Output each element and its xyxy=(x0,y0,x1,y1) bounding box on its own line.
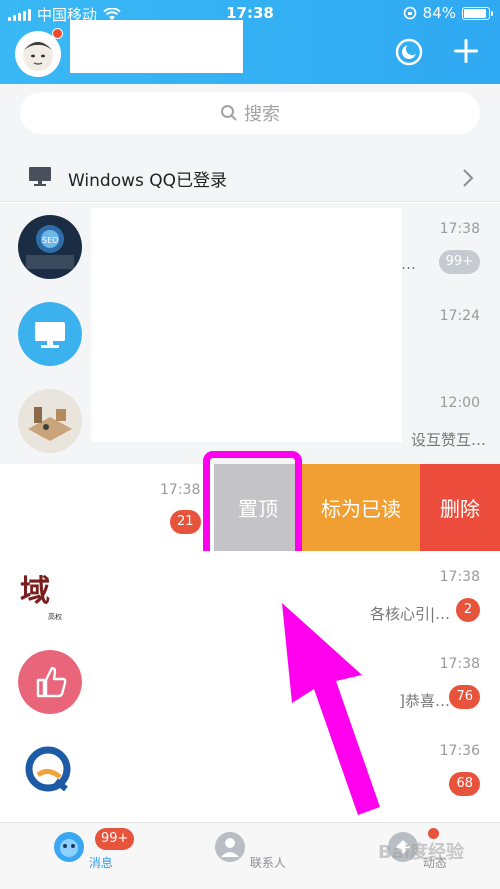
chat-row[interactable]: 17:38 ]恭喜… 76 xyxy=(0,638,500,725)
messages-tab-icon xyxy=(54,832,85,862)
chat-avatar xyxy=(18,302,82,366)
chat-avatar: 域 高权 xyxy=(18,563,82,627)
redacted-content xyxy=(91,208,402,442)
chat-row[interactable]: 域 高权 17:38 各核心引|… 2 xyxy=(0,551,500,638)
q-logo-icon xyxy=(18,737,82,801)
chat-row[interactable]: 17:36 68 xyxy=(0,725,500,812)
plus-icon[interactable] xyxy=(452,37,480,65)
nickname-redacted xyxy=(70,20,243,73)
chat-preview: 设互赞互… xyxy=(410,431,486,449)
chat-time: 12:00 xyxy=(439,395,480,411)
watermark: Bai度经验 xyxy=(378,842,465,863)
battery-fill xyxy=(464,8,486,18)
unread-badge: 2 xyxy=(456,598,480,622)
chat-avatar: SEO xyxy=(18,215,82,279)
tab-contacts[interactable]: 联系人 xyxy=(210,831,290,871)
search-icon xyxy=(221,105,237,121)
chat-time: 17:24 xyxy=(439,308,480,324)
mark-as-read-button[interactable]: 标为已读 xyxy=(302,464,420,551)
chat-time: 17:38 xyxy=(439,656,480,672)
search-placeholder: 搜索 xyxy=(244,104,280,125)
thumbs-up-icon xyxy=(18,650,82,714)
delete-button[interactable]: 删除 xyxy=(420,464,500,551)
tab-contacts-label: 联系人 xyxy=(249,856,286,870)
brand-logo-icon: 域 高权 xyxy=(18,563,82,627)
qzone-icon[interactable] xyxy=(395,38,423,66)
my-avatar[interactable] xyxy=(14,28,64,80)
computer-icon xyxy=(29,167,51,186)
windows-login-notice[interactable]: Windows QQ已登录 xyxy=(0,154,500,202)
svg-text:SEO: SEO xyxy=(42,236,58,245)
unread-badge: 99+ xyxy=(438,250,480,274)
office-avatar-icon xyxy=(18,389,82,453)
unread-badge: 68 xyxy=(449,772,480,796)
avatar-notify-dot xyxy=(52,28,63,39)
chat-avatar xyxy=(18,389,82,453)
search-input[interactable]: 搜索 xyxy=(20,92,480,134)
annotation-arrow xyxy=(282,603,380,815)
seo-avatar-icon: SEO xyxy=(18,215,82,279)
login-notice-label: Windows QQ已登录 xyxy=(68,171,228,191)
chat-avatar xyxy=(18,737,82,801)
tab-unread-badge: 99+ xyxy=(95,828,135,850)
chat-preview: ]恭喜… xyxy=(399,692,450,710)
chat-time: 17:38 xyxy=(439,569,480,585)
battery-icon xyxy=(462,6,493,20)
battery-percent: 84% xyxy=(422,4,456,22)
highlight-box xyxy=(203,451,302,565)
tab-messages-label: 消息 xyxy=(88,856,113,870)
brand-logo-text: 域 xyxy=(20,574,50,609)
unread-badge: 21 xyxy=(170,510,201,534)
unread-badge: 76 xyxy=(449,685,480,709)
search-area: 搜索 xyxy=(0,84,500,154)
chat-avatar xyxy=(18,650,82,714)
computer-avatar-icon xyxy=(18,302,82,366)
rotation-lock-icon xyxy=(403,6,416,20)
chevron-right-icon xyxy=(463,169,474,187)
chat-time: 17:36 xyxy=(439,743,480,759)
header-bar: 中国移动 17:38 84% xyxy=(0,0,500,84)
brand-logo-sub: 高权 xyxy=(48,612,62,621)
contacts-icon xyxy=(215,832,246,862)
chat-time: 17:38 xyxy=(439,221,480,237)
chat-time: 17:38 xyxy=(160,482,201,498)
chat-preview: … xyxy=(401,255,416,273)
